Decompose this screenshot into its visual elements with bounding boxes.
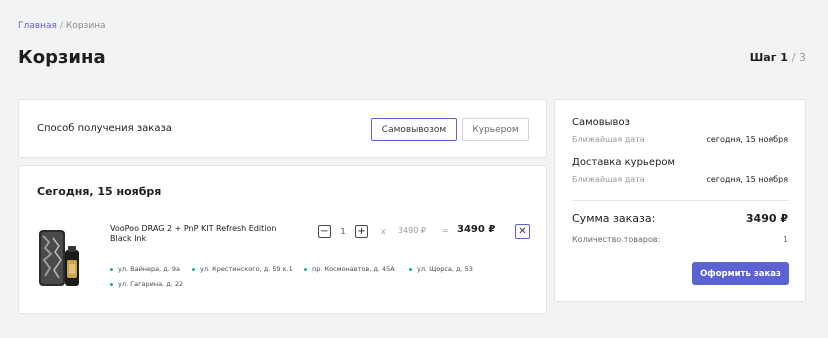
order-date-title: Сегодня, 15 ноября bbox=[37, 185, 162, 198]
store-availability-dot bbox=[192, 267, 195, 271]
step-label: Шаг bbox=[749, 51, 777, 64]
checkout-button[interactable]: Оформить заказ bbox=[692, 262, 789, 285]
courier-option-button[interactable]: Курьером bbox=[462, 118, 529, 141]
store-address: пр. Космонавтов, д. 45А bbox=[304, 265, 395, 273]
pickup-date-label: Ближайшая дата bbox=[572, 135, 645, 144]
step-total: / 3 bbox=[791, 51, 806, 64]
store-address: ул. Крестинского, д. 59 к.1 bbox=[192, 265, 293, 273]
product-image[interactable] bbox=[35, 226, 83, 290]
order-total-value: 3490 ₽ bbox=[745, 212, 788, 225]
pickup-option-button[interactable]: Самовывозом bbox=[371, 118, 457, 141]
quantity-stepper: − 1 + bbox=[318, 225, 368, 238]
multiply-sign: x bbox=[381, 227, 386, 236]
store-availability-dot bbox=[304, 267, 307, 271]
breadcrumb-current: Корзина bbox=[65, 21, 106, 31]
delivery-method-label: Способ получения заказа bbox=[37, 123, 172, 134]
store-availability-dot bbox=[409, 267, 412, 271]
summary-divider bbox=[572, 200, 789, 201]
courier-title: Доставка курьером bbox=[572, 157, 675, 168]
order-card: Сегодня, 15 ноября VooPoo DRAG 2 + PnP K… bbox=[18, 165, 547, 314]
step-current: 1 bbox=[780, 51, 788, 64]
order-total-label: Сумма заказа: bbox=[572, 212, 656, 225]
equals-sign: = bbox=[442, 226, 449, 235]
unit-price: 3490 ₽ bbox=[398, 226, 426, 235]
quantity-decrease-button[interactable]: − bbox=[318, 225, 331, 238]
item-count-value: 1 bbox=[782, 235, 788, 244]
store-address: ул. Гагарина, д. 22 bbox=[110, 280, 183, 288]
remove-item-button[interactable]: ✕ bbox=[515, 224, 530, 239]
store-address: ул. Щорса, д. 53 bbox=[409, 265, 473, 273]
store-availability-dot bbox=[110, 267, 113, 271]
courier-date-value: сегодня, 15 ноября bbox=[706, 175, 788, 184]
page-title: Корзина bbox=[18, 47, 106, 68]
delivery-method-card: Способ получения заказа Самовывозом Курь… bbox=[18, 99, 547, 158]
store-address: ул. Вайнера, д. 9а bbox=[110, 265, 180, 273]
step-indicator: Шаг 1 / 3 bbox=[750, 51, 806, 64]
item-total-price: 3490 ₽ bbox=[457, 224, 496, 235]
item-count-label: Количество товаров: bbox=[572, 235, 661, 244]
product-name[interactable]: VooPoo DRAG 2 + PnP KIT Refresh Edition … bbox=[110, 224, 280, 244]
quantity-value[interactable]: 1 bbox=[331, 227, 355, 236]
courier-date-label: Ближайшая дата bbox=[572, 175, 645, 184]
breadcrumb-home-link[interactable]: Главная bbox=[18, 21, 57, 31]
store-availability-dot bbox=[110, 282, 113, 286]
breadcrumb-separator: / bbox=[59, 21, 63, 31]
quantity-increase-button[interactable]: + bbox=[355, 225, 368, 238]
breadcrumb: Главная / Корзина bbox=[18, 21, 106, 31]
pickup-title: Самовывоз bbox=[572, 117, 630, 128]
close-icon: ✕ bbox=[518, 226, 527, 237]
pickup-date-value: сегодня, 15 ноября bbox=[706, 135, 788, 144]
order-summary-card: Самовывоз Ближайшая дата сегодня, 15 ноя… bbox=[554, 99, 806, 302]
